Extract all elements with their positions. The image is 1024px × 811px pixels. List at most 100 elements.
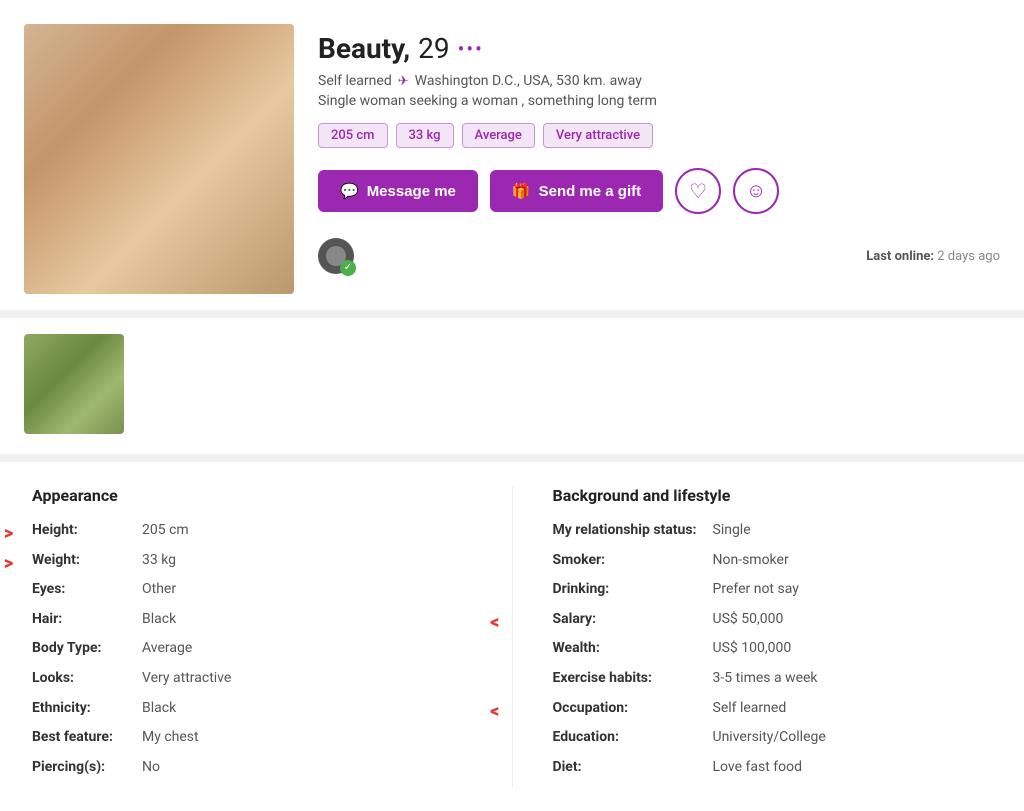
send-icon: ✈ [398,74,409,89]
smoker-value: Non-smoker [713,551,789,571]
eyes-label: Eyes: [32,580,142,600]
last-online: Last online: 2 days ago [866,249,1000,264]
annotation-arrow-weight: > [4,551,13,576]
relationship-row: My relationship status: Single [553,521,993,541]
wealth-row: Wealth: US$ 100,000 [553,639,993,659]
gift-button-label: Send me a gift [539,183,642,200]
profile-bottom-row: Last online: 2 days ago [318,234,1000,274]
wink-button[interactable]: ☺ [733,168,779,214]
like-button[interactable]: ♡ [675,168,721,214]
relationship-value: Single [713,521,751,541]
profile-tag: Very attractive [543,123,653,148]
appearance-column: Appearance > Height: 205 cm > Weight: 33… [32,486,513,787]
looks-value: Very attractive [142,669,231,689]
height-label: Height: [32,521,142,541]
height-row: > Height: 205 cm [32,521,472,541]
eyes-value: Other [142,580,176,600]
message-button-label: Message me [367,183,456,200]
education-label: Education: [553,728,713,748]
weight-label: Weight: [32,551,142,571]
occupation-row: Occupation: Self learned [553,699,993,719]
message-icon: 💬 [340,182,359,200]
wealth-value: US$ 100,000 [713,639,792,659]
profile-age: 29 [418,32,449,65]
looks-label: Looks: [32,669,142,689]
wealth-label: Wealth: [553,639,713,659]
drinking-row: Drinking: Prefer not say [553,580,993,600]
looks-row: Looks: Very attractive [32,669,472,689]
exercise-label: Exercise habits: [553,669,713,689]
heart-icon: ♡ [689,179,707,204]
thumbnail-image-1 [24,334,124,434]
annotation-arrow-height: > [4,521,13,546]
relationship-label: My relationship status: [553,521,713,541]
profile-tag: Average [462,123,535,148]
piercing-label: Piercing(s): [32,758,142,778]
annotation-arrow-hair: > [490,610,499,635]
details-card: Appearance > Height: 205 cm > Weight: 33… [0,462,1024,811]
bodytype-row: Body Type: Average [32,639,472,659]
profile-header: Beauty, 29 ••• Self learned ✈ Washington… [0,0,1024,310]
last-online-label: Last online: [866,249,934,264]
weight-row: > Weight: 33 kg [32,551,472,571]
piercing-value: No [142,758,160,778]
bestfeature-label: Best feature: [32,728,142,748]
ethnicity-row: Ethnicity: Black > [32,699,472,719]
gift-icon: 🎁 [512,182,531,200]
salary-row: Salary: US$ 50,000 [553,610,993,630]
profile-tags: 205 cm 33 kg Average Very attractive [318,123,1000,148]
drinking-value: Prefer not say [713,580,799,600]
education-label: Self learned [318,73,392,89]
weight-value: 33 kg [142,551,176,571]
diet-label: Diet: [553,758,713,778]
smile-icon: ☺ [746,180,766,203]
thumbnails-row [0,318,1024,454]
salary-value: US$ 50,000 [713,610,784,630]
profile-info: Beauty, 29 ••• Self learned ✈ Washington… [318,24,1000,274]
piercing-row: Piercing(s): No [32,758,472,778]
ethnicity-value: Black [142,699,176,719]
drinking-label: Drinking: [553,580,713,600]
profile-location: Self learned ✈ Washington D.C., USA, 530… [318,73,1000,89]
more-options-button[interactable]: ••• [458,37,484,61]
exercise-value: 3-5 times a week [713,669,818,689]
hair-row: Hair: Black > [32,610,472,630]
gift-button[interactable]: 🎁 Send me a gift [490,170,663,212]
bodytype-label: Body Type: [32,639,142,659]
profile-name: Beauty, [318,32,410,65]
smoker-row: Smoker: Non-smoker [553,551,993,571]
badge-inner [326,246,346,266]
annotation-arrow-ethnicity: > [490,699,499,724]
profile-tag: 33 kg [396,123,454,148]
hair-value: Black [142,610,176,630]
exercise-row: Exercise habits: 3-5 times a week [553,669,993,689]
ethnicity-label: Ethnicity: [32,699,142,719]
eyes-row: Eyes: Other [32,580,472,600]
hair-label: Hair: [32,610,142,630]
bestfeature-value: My chest [142,728,199,748]
education-row: Education: University/College [553,728,993,748]
bodytype-value: Average [142,639,192,659]
diet-value: Love fast food [713,758,803,778]
profile-photo-main[interactable] [24,24,294,294]
profile-seeking: Single woman seeking a woman , something… [318,93,1000,109]
verified-badge [318,238,354,274]
occupation-label: Occupation: [553,699,713,719]
location-text: Washington D.C., USA, 530 km. away [415,73,642,89]
salary-label: Salary: [553,610,713,630]
background-column: Background and lifestyle My relationship… [513,486,993,787]
height-value: 205 cm [142,521,189,541]
smoker-label: Smoker: [553,551,713,571]
bestfeature-row: Best feature: My chest [32,728,472,748]
profile-actions: 💬 Message me 🎁 Send me a gift ♡ ☺ [318,168,1000,214]
thumbnail-1[interactable] [24,334,124,434]
profile-name-row: Beauty, 29 ••• [318,32,1000,65]
last-online-value: 2 days ago [937,249,1000,264]
education-value: University/College [713,728,826,748]
message-button[interactable]: 💬 Message me [318,170,478,212]
background-title: Background and lifestyle [553,486,993,505]
diet-row: Diet: Love fast food [553,758,993,778]
profile-tag: 205 cm [318,123,388,148]
occupation-value: Self learned [713,699,787,719]
appearance-title: Appearance [32,486,472,505]
